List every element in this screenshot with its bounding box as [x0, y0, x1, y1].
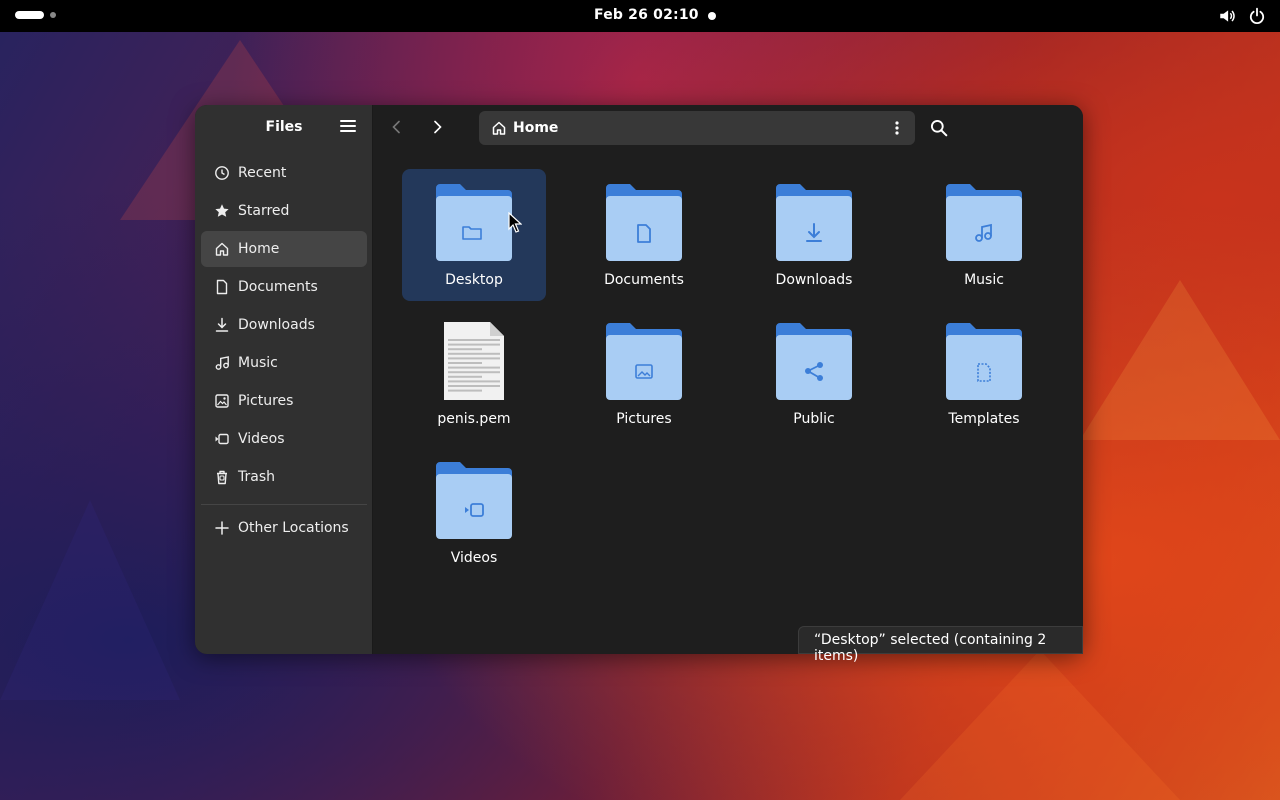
sidebar-item-pictures[interactable]: Pictures [201, 383, 367, 419]
chevron-right-icon [434, 120, 442, 134]
document-icon [216, 279, 228, 295]
file-item-music[interactable]: Music [912, 169, 1056, 301]
file-name: Public [793, 411, 835, 427]
files-window: Files Recent Starred Home Documents Down… [195, 105, 1083, 654]
activities-button[interactable] [15, 11, 56, 19]
sidebar-item-label: Pictures [238, 393, 294, 409]
sidebar-item-videos[interactable]: Videos [201, 421, 367, 457]
sidebar-item-home[interactable]: Home [201, 231, 367, 267]
clock-icon [215, 166, 229, 180]
system-menu[interactable] [1218, 7, 1266, 25]
file-grid: Desktop Documents Downloads Music penis.… [373, 149, 1083, 654]
trash-icon [217, 470, 227, 485]
clock[interactable]: Feb 26 02:10 [594, 7, 699, 23]
file-item-penis-pem[interactable]: penis.pem [402, 308, 546, 440]
sidebar-item-documents[interactable]: Documents [201, 269, 367, 305]
text-file-icon [434, 321, 514, 403]
sidebar: Files Recent Starred Home Documents Down… [195, 105, 373, 654]
sidebar-item-label: Other Locations [238, 520, 349, 536]
folder-icon [774, 182, 854, 264]
file-name: Videos [450, 550, 498, 566]
sidebar-item-other-locations[interactable]: Other Locations [201, 510, 367, 546]
folder-icon [774, 321, 854, 403]
music-icon [215, 356, 229, 370]
folder-icon [944, 182, 1024, 264]
sidebar-item-downloads[interactable]: Downloads [201, 307, 367, 343]
places-list: Recent Starred Home Documents Downloads … [201, 155, 367, 497]
file-name: Downloads [775, 272, 853, 288]
workspace-indicator-active [15, 11, 44, 19]
folder-icon [604, 321, 684, 403]
video-icon [215, 433, 229, 445]
file-name: Desktop [445, 272, 503, 288]
sidebar-item-label: Trash [238, 469, 275, 485]
sidebar-item-label: Starred [238, 203, 290, 219]
search-icon[interactable] [930, 119, 948, 137]
power-icon [1249, 7, 1265, 24]
wallpaper-shape [900, 650, 1180, 800]
file-name: penis.pem [437, 411, 511, 427]
sidebar-item-recent[interactable]: Recent [201, 155, 367, 191]
file-item-pictures[interactable]: Pictures [572, 308, 716, 440]
wallpaper-shape [1080, 280, 1280, 440]
chevron-left-icon [392, 120, 400, 134]
home-icon [492, 121, 506, 135]
sidebar-item-label: Documents [238, 279, 318, 295]
sidebar-item-label: Videos [238, 431, 285, 447]
home-icon [215, 242, 229, 256]
sidebar-item-starred[interactable]: Starred [201, 193, 367, 229]
file-name: Templates [948, 411, 1020, 427]
path-bar[interactable]: Home [479, 111, 915, 145]
star-icon [215, 204, 229, 217]
file-name: Pictures [616, 411, 672, 427]
back-button[interactable] [383, 115, 411, 139]
sidebar-item-music[interactable]: Music [201, 345, 367, 381]
folder-icon [434, 182, 514, 264]
path-label: Home [513, 120, 559, 136]
more-vertical-icon[interactable] [889, 120, 905, 136]
volume-icon [1220, 10, 1235, 22]
file-item-videos[interactable]: Videos [402, 447, 546, 579]
folder-icon [434, 460, 514, 542]
sidebar-item-trash[interactable]: Trash [201, 459, 367, 495]
picture-icon [215, 394, 229, 408]
notification-dot [708, 12, 716, 20]
sidebar-divider [201, 504, 367, 505]
folder-icon [604, 182, 684, 264]
workspace-indicator [50, 12, 56, 18]
file-item-documents[interactable]: Documents [572, 169, 716, 301]
header-bar: Home [373, 105, 1083, 149]
plus-icon [215, 521, 229, 535]
top-bar: Feb 26 02:10 [0, 0, 1280, 32]
sidebar-item-label: Home [238, 241, 280, 257]
sidebar-item-label: Recent [238, 165, 287, 181]
folder-icon [944, 321, 1024, 403]
file-item-downloads[interactable]: Downloads [742, 169, 886, 301]
file-item-templates[interactable]: Templates [912, 308, 1056, 440]
main-menu-button[interactable] [340, 120, 356, 134]
download-icon [215, 317, 229, 332]
sidebar-item-label: Music [238, 355, 278, 371]
wallpaper-shape [0, 500, 180, 700]
mouse-cursor-icon [508, 212, 522, 233]
forward-button[interactable] [423, 115, 451, 139]
file-item-desktop[interactable]: Desktop [402, 169, 546, 301]
file-name: Documents [604, 272, 684, 288]
file-item-public[interactable]: Public [742, 308, 886, 440]
sidebar-item-label: Downloads [238, 317, 315, 333]
file-name: Music [964, 272, 1004, 288]
selection-status: “Desktop” selected (containing 2 items) [798, 626, 1083, 664]
